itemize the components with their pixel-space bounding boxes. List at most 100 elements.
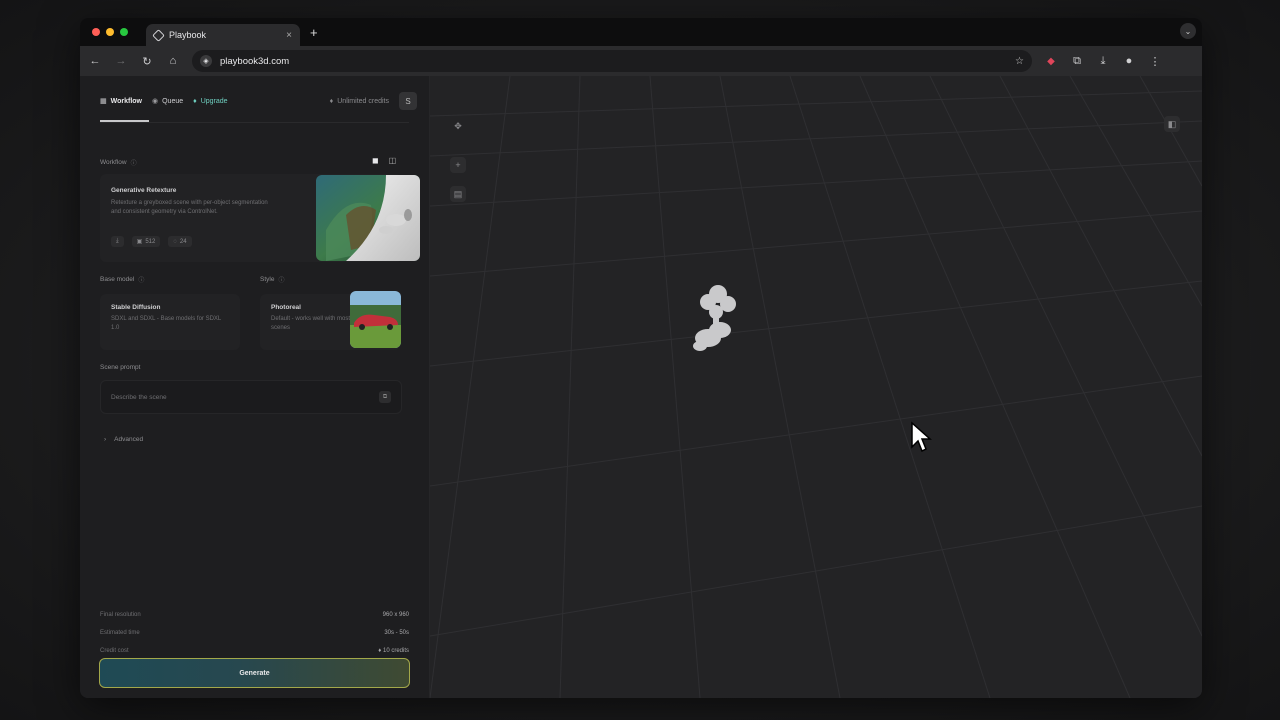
stat-value-wrap: ♦ 10 credits <box>378 648 409 654</box>
stat-row: Estimated time 30s - 50s <box>100 630 409 636</box>
queue-icon: ◉ <box>152 98 159 105</box>
stat-value: 960 x 960 <box>382 612 409 618</box>
panel-toggle-icon[interactable]: ◧ <box>1164 116 1180 132</box>
home-icon[interactable]: ⌂ <box>166 55 180 67</box>
workflow-card[interactable]: Generative Retexture Retexture a greybox… <box>100 174 420 262</box>
stat-label: Estimated time <box>100 630 140 636</box>
add-object-icon[interactable]: + <box>450 157 466 173</box>
stat-label: Final resolution <box>100 612 141 618</box>
stat-label: Credit cost <box>100 648 129 654</box>
workflow-thumbnail <box>316 175 420 261</box>
base-model-description: SDXL and SDXL - Base models for SDXL 1.0 <box>111 316 222 331</box>
image-count-value: 512 <box>145 238 156 245</box>
credit-diamond-icon: ♦ <box>378 648 382 654</box>
scene-prompt-input[interactable]: Describe the scene ⧉ <box>100 380 402 414</box>
prompt-enhance-icon[interactable]: ⧉ <box>379 391 391 403</box>
download-small-icon: ⤓ <box>116 238 119 244</box>
base-model-title: Stable Diffusion <box>111 304 161 311</box>
forward-arrow-icon[interactable]: → <box>114 55 128 67</box>
view-toggles: ◼ ◫ <box>372 156 396 165</box>
move-tool-icon[interactable]: ✥ <box>450 118 466 134</box>
browser-toolbar: ← → ↻ ⌂ ◈ playbook3d.com ☆ ◆ ⧉ ⤓ ● ⋮ <box>80 46 1202 76</box>
new-tab-button[interactable]: + <box>310 25 318 40</box>
tab-close-icon[interactable]: × <box>286 30 292 41</box>
tab-workflow[interactable]: ▦ Workflow <box>100 97 142 106</box>
back-arrow-icon[interactable]: ← <box>88 55 102 67</box>
photoreal-preview-image <box>350 291 401 348</box>
image-icon: ▣ <box>136 239 143 245</box>
workflow-card-meta: ⤓ ▣ 512 ◌ 24 <box>111 236 192 247</box>
perspective-grid <box>430 76 1202 698</box>
credits-icon: ♦ <box>329 97 334 105</box>
base-model-card[interactable]: Stable Diffusion SDXL and SDXL - Base mo… <box>100 294 240 350</box>
layers-icon[interactable]: ▤ <box>450 186 466 202</box>
close-window-button[interactable] <box>92 28 100 36</box>
workflow-card-description: Retexture a greyboxed scene with per-obj… <box>111 200 268 215</box>
url-text: playbook3d.com <box>220 55 290 67</box>
stat-value: 10 credits <box>382 648 409 654</box>
workflow-card-text: Generative Retexture Retexture a greybox… <box>111 187 276 216</box>
browser-tab[interactable]: Playbook × <box>146 24 300 46</box>
prompt-section-title: Scene prompt <box>100 364 141 371</box>
greybox-tree-car-model <box>693 285 736 351</box>
browser-window: Playbook × + ⌄ ← → ↻ ⌂ ◈ playbook3d.com … <box>80 18 1202 698</box>
stat-row: Credit cost ♦ 10 credits <box>100 648 409 654</box>
list-view-icon[interactable]: ◫ <box>389 156 397 165</box>
maximize-window-button[interactable] <box>120 28 128 36</box>
chevron-right-icon: › <box>104 436 107 443</box>
prompt-placeholder: Describe the scene <box>111 393 167 401</box>
credits-indicator: ♦ Unlimited credits <box>330 98 389 105</box>
steps-icon: ◌ <box>173 238 177 245</box>
user-avatar-button[interactable]: S <box>399 92 417 110</box>
prompt-section-label: Scene prompt <box>100 364 140 371</box>
tab-queue[interactable]: ◉ Queue <box>152 97 184 106</box>
grid-lines <box>430 76 1202 698</box>
address-bar[interactable]: ◈ playbook3d.com ☆ <box>192 50 1032 72</box>
extensions-puzzle-icon[interactable]: ⧉ <box>1070 55 1084 68</box>
tab-strip: Playbook × + ⌄ <box>80 18 1202 46</box>
profile-avatar-icon[interactable]: ● <box>1122 55 1136 67</box>
image-count-chip: ▣ 512 <box>131 236 161 247</box>
base-model-section-label: Base model ⓘ <box>100 275 144 284</box>
tab-workflow-label: Workflow <box>110 97 142 105</box>
workflow-card-title: Generative Retexture <box>111 187 177 194</box>
mouse-pointer-icon <box>911 421 932 453</box>
tab-upgrade[interactable]: ♦ Upgrade <box>193 98 227 105</box>
stat-row: Final resolution 960 x 960 <box>100 612 409 618</box>
steps-value: 24 <box>179 238 187 245</box>
info-icon[interactable]: ⓘ <box>131 158 137 167</box>
style-section-title: Style <box>260 276 275 283</box>
browser-menu-icon[interactable]: ⋮ <box>1148 55 1162 68</box>
window-controls <box>92 28 128 36</box>
extension-red-icon[interactable]: ◆ <box>1044 56 1058 67</box>
download-icon[interactable]: ⤓ <box>1096 55 1110 68</box>
tab-title: Playbook <box>169 30 207 40</box>
style-description: Default - works well with most scenes <box>271 316 351 331</box>
steps-chip: ◌ 24 <box>168 236 192 247</box>
info-icon[interactable]: ⓘ <box>278 275 284 284</box>
grid-view-icon[interactable]: ◼ <box>372 156 379 165</box>
tab-queue-label: Queue <box>162 97 184 105</box>
tab-search-chevron-icon[interactable]: ⌄ <box>1180 23 1196 39</box>
style-thumbnail <box>350 291 401 348</box>
playbook-favicon-icon <box>152 28 165 42</box>
site-info-icon[interactable]: ◈ <box>200 55 212 67</box>
advanced-toggle[interactable]: › Advanced <box>104 436 143 443</box>
workflow-section-label: Workflow ⓘ <box>100 158 137 167</box>
base-model-section-title: Base model <box>100 276 135 283</box>
active-tab-underline <box>100 120 149 122</box>
grid-icon: ▦ <box>100 98 107 105</box>
upgrade-icon: ♦ <box>193 97 197 105</box>
workflow-section-title: Workflow <box>100 159 127 166</box>
info-icon[interactable]: ⓘ <box>138 275 144 284</box>
bookmark-star-icon[interactable]: ☆ <box>1015 56 1024 67</box>
credits-label: Unlimited credits <box>337 97 389 105</box>
tabs-divider <box>100 122 409 123</box>
style-section-label: Style ⓘ <box>260 275 284 284</box>
minimize-window-button[interactable] <box>106 28 114 36</box>
generate-button[interactable]: Generate <box>99 658 410 688</box>
3d-viewport[interactable]: ✥ + ▤ ◧ <box>430 76 1202 698</box>
stat-value: 30s - 50s <box>384 630 409 636</box>
reload-icon[interactable]: ↻ <box>140 55 154 68</box>
download-chip[interactable]: ⤓ <box>111 236 124 247</box>
